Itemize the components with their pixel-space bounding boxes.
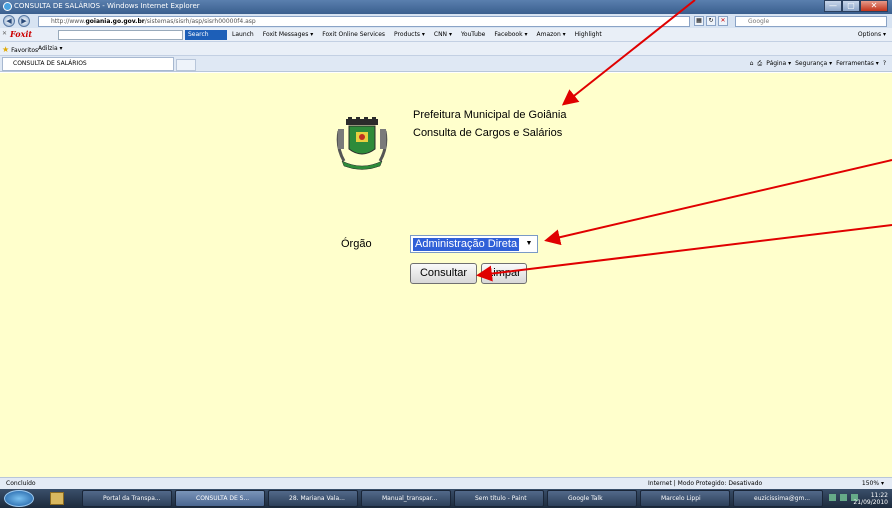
explorer-icon[interactable] <box>50 492 64 505</box>
task-consulta[interactable]: CONSULTA DE S... <box>175 490 265 507</box>
task-email[interactable]: euzicissima@gm... <box>733 490 823 507</box>
task-google-talk[interactable]: Google Talk <box>547 490 637 507</box>
status-text: Concluído <box>6 480 36 487</box>
zoom-level[interactable]: 150% ▾ <box>862 480 884 487</box>
task-portal[interactable]: Portal da Transpa... <box>82 490 172 507</box>
arrow-to-header <box>561 0 696 106</box>
clock-time: 11:22 <box>870 492 888 499</box>
status-bar: Concluído Internet | Modo Protegido: Des… <box>0 477 892 489</box>
arrow-to-button <box>476 224 892 282</box>
network-icon[interactable] <box>840 494 847 501</box>
arrow-to-select <box>544 159 892 246</box>
taskbar: Portal da Transpa... CONSULTA DE S... 28… <box>0 489 892 508</box>
task-paint[interactable]: Sem título - Paint <box>454 490 544 507</box>
clock[interactable]: 11:22 21/09/2010 <box>853 492 888 506</box>
clock-date: 21/09/2010 <box>853 499 888 506</box>
task-manual[interactable]: Manual_transpar... <box>361 490 451 507</box>
start-button[interactable] <box>4 490 34 507</box>
task-marcelo[interactable]: Marcelo Lippi <box>640 490 730 507</box>
tray-icon[interactable] <box>829 494 836 501</box>
task-mariana[interactable]: 28. Mariana Vala... <box>268 490 358 507</box>
security-zone[interactable]: Internet | Modo Protegido: Desativado <box>648 480 762 487</box>
annotation-arrows <box>476 0 892 282</box>
